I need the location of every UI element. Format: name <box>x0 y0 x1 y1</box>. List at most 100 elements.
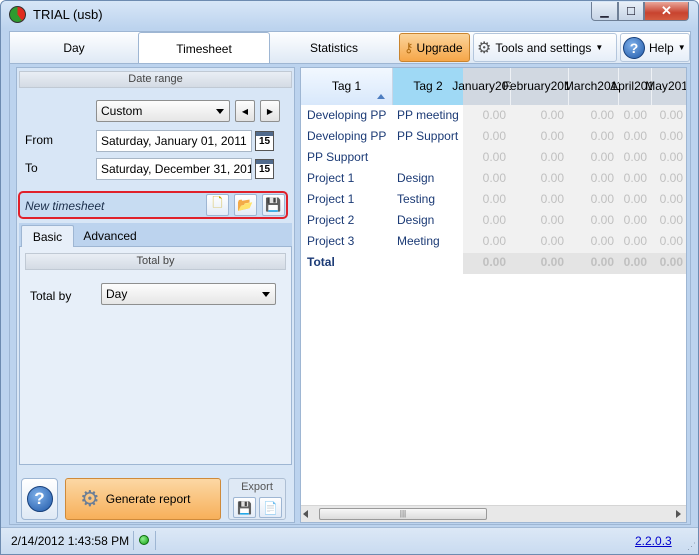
to-label: To <box>25 161 38 175</box>
row-value[interactable]: 0.00 <box>652 105 683 126</box>
row-tag2[interactable]: PP meeting <box>397 105 459 126</box>
version-link[interactable]: 2.2.0.3 <box>635 534 672 548</box>
row-tag2[interactable]: Design <box>397 210 434 231</box>
total-by-select[interactable]: Day <box>101 283 276 305</box>
open-timesheet-button[interactable]: 📂 <box>234 194 257 216</box>
generate-report-button[interactable]: ⚙ Generate report <box>65 478 221 520</box>
row-value[interactable]: 0.00 <box>511 105 564 126</box>
upgrade-button[interactable]: ⚷ Upgrade <box>399 33 470 62</box>
row-value[interactable]: 0.00 <box>652 147 683 168</box>
status-datetime: 2/14/2012 1:43:58 PM <box>11 534 130 548</box>
row-value[interactable]: 0.00 <box>511 189 564 210</box>
column-header-tag1[interactable]: Tag 1 <box>301 68 393 105</box>
row-tag2[interactable]: Design <box>397 168 434 189</box>
tab-basic[interactable]: Basic <box>21 225 74 247</box>
row-tag1[interactable]: Project 3 <box>307 231 354 252</box>
from-date-field[interactable]: Saturday, January 01, 2011 <box>96 130 252 152</box>
row-value[interactable]: 0.00 <box>619 189 647 210</box>
tab-statistics[interactable]: Statistics <box>270 32 398 63</box>
new-timesheet-button[interactable]: 🗋 <box>206 194 229 216</box>
export-label: Export <box>241 481 273 493</box>
row-tag1[interactable]: Project 1 <box>307 189 354 210</box>
row-value[interactable]: 0.00 <box>652 126 683 147</box>
tab-advanced[interactable]: Advanced <box>74 225 146 247</box>
row-value[interactable]: 0.00 <box>463 168 506 189</box>
row-value[interactable]: 0.00 <box>652 189 683 210</box>
help-menu-button[interactable]: ? Help ▼ <box>620 33 690 62</box>
row-tag1[interactable]: PP Support <box>307 147 368 168</box>
row-value[interactable]: 0.00 <box>652 168 683 189</box>
row-value[interactable]: 0.00 <box>569 147 614 168</box>
row-value[interactable]: 0.00 <box>463 105 506 126</box>
row-value[interactable]: 0.00 <box>619 126 647 147</box>
row-tag2[interactable]: PP Support <box>397 126 458 147</box>
status-separator <box>155 531 156 550</box>
to-date-field[interactable]: Saturday, December 31, 2011 <box>96 158 252 180</box>
row-value[interactable]: 0.00 <box>511 168 564 189</box>
row-tag1[interactable]: Project 2 <box>307 210 354 231</box>
row-value[interactable]: 0.00 <box>569 168 614 189</box>
scroll-right-icon[interactable] <box>676 510 681 518</box>
scroll-left-icon[interactable] <box>303 510 308 518</box>
help-icon: ? <box>623 36 645 59</box>
row-tag1[interactable]: Developing PP <box>307 126 386 147</box>
minimize-button[interactable]: ▁ <box>591 2 618 21</box>
app-window: TRIAL (usb) ▁ ☐ ✕ Day Timesheet Statisti… <box>0 0 699 555</box>
row-value[interactable]: 0.00 <box>569 231 614 252</box>
row-value[interactable]: 0.00 <box>569 126 614 147</box>
total-by-header: Total by <box>25 253 286 270</box>
column-header-month[interactable]: February 2011 <box>503 68 576 105</box>
total-row-label: Total <box>307 255 335 269</box>
row-tag1[interactable]: Developing PP <box>307 105 386 126</box>
row-value[interactable]: 0.00 <box>463 147 506 168</box>
row-value[interactable]: 0.00 <box>569 105 614 126</box>
row-value[interactable]: 0.00 <box>511 210 564 231</box>
row-value[interactable]: 0.00 <box>463 231 506 252</box>
row-value[interactable]: 0.00 <box>569 189 614 210</box>
next-range-button[interactable]: ▶ <box>260 100 280 122</box>
row-value[interactable]: 0.00 <box>619 168 647 189</box>
folder-open-icon: 📂 <box>237 197 254 212</box>
basic-settings-panel: Total by Total by Day <box>19 247 292 465</box>
row-value[interactable]: 0.00 <box>463 126 506 147</box>
row-value[interactable]: 0.00 <box>619 147 647 168</box>
row-value[interactable]: 0.00 <box>619 105 647 126</box>
scrollbar-thumb[interactable]: ||| <box>319 508 487 520</box>
tab-day[interactable]: Day <box>10 32 138 63</box>
close-button[interactable]: ✕ <box>644 2 689 21</box>
tools-and-settings-button[interactable]: ⚙ Tools and settings ▼ <box>473 33 617 62</box>
chevron-down-icon: ▼ <box>595 43 604 52</box>
resize-grip-icon[interactable]: ⋰ <box>687 541 696 552</box>
row-tag2[interactable]: Testing <box>397 189 435 210</box>
calendar-icon[interactable]: 15 <box>255 159 274 179</box>
date-range-select[interactable]: Custom <box>96 100 230 122</box>
timesheet-settings-panel: Date range Custom ◀ ▶ From Saturday, Jan… <box>16 67 295 523</box>
row-value[interactable]: 0.00 <box>511 126 564 147</box>
row-value[interactable]: 0.00 <box>569 210 614 231</box>
row-tag2[interactable]: Meeting <box>397 231 440 252</box>
calendar-icon[interactable]: 15 <box>255 131 274 151</box>
app-icon <box>9 6 26 23</box>
row-value[interactable]: 0.00 <box>652 210 683 231</box>
row-value[interactable]: 0.00 <box>619 210 647 231</box>
save-timesheet-button[interactable]: 💾 <box>262 194 285 216</box>
month-name: April <box>610 79 635 93</box>
horizontal-scrollbar[interactable]: ||| <box>301 505 686 522</box>
previous-range-button[interactable]: ◀ <box>235 100 255 122</box>
row-value[interactable]: 0.00 <box>463 210 506 231</box>
row-value[interactable]: 0.00 <box>511 231 564 252</box>
export-copy-button[interactable]: 📄 <box>259 497 282 518</box>
row-tag1[interactable]: Project 1 <box>307 168 354 189</box>
export-save-button[interactable]: 💾 <box>233 497 256 518</box>
tab-timesheet[interactable]: Timesheet <box>138 32 270 64</box>
maximize-button[interactable]: ☐ <box>618 2 644 21</box>
total-value: 0.00 <box>659 255 683 269</box>
row-value[interactable]: 0.00 <box>619 231 647 252</box>
help-button[interactable]: ? <box>21 478 58 520</box>
row-value[interactable]: 0.00 <box>652 231 683 252</box>
timesheet-grid[interactable]: Tag 1 Tag 2 ||| January 2011 February 2011 M… <box>300 67 687 523</box>
row-value[interactable]: 0.00 <box>463 189 506 210</box>
row-value[interactable]: 0.00 <box>511 147 564 168</box>
date-range-header: Date range <box>19 71 292 88</box>
column-header-month[interactable]: May2011 <box>645 68 686 105</box>
